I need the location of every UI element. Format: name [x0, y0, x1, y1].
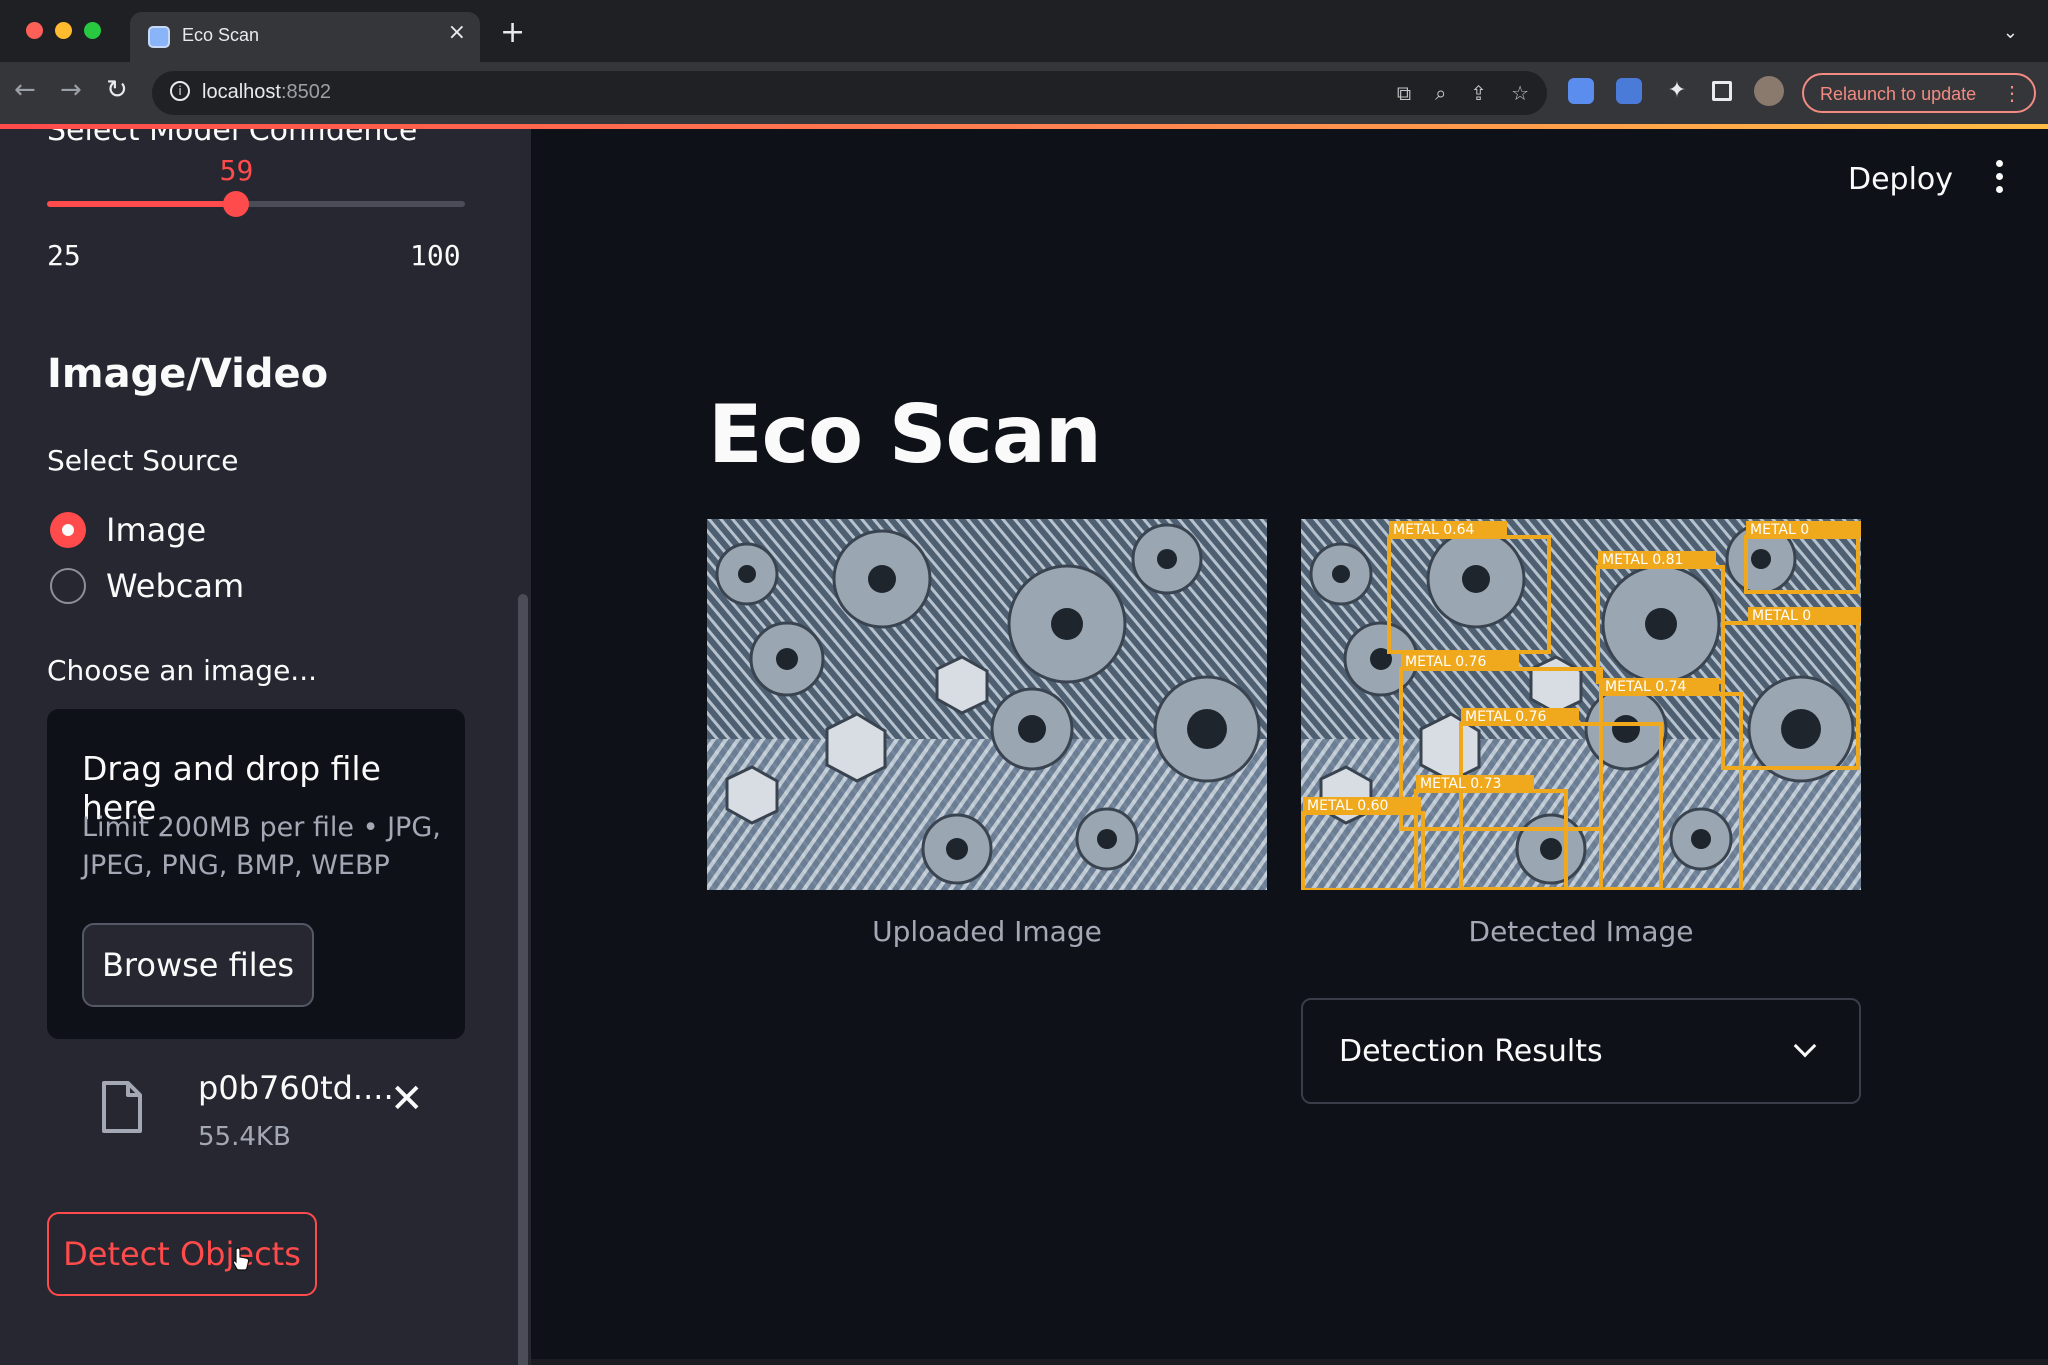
side-panel-icon[interactable] — [1712, 81, 1732, 101]
url-host: localhost — [202, 81, 281, 103]
select-source-label: Select Source — [47, 444, 239, 477]
share-icon[interactable]: ⇪ — [1470, 81, 1487, 105]
relaunch-label: Relaunch to update — [1820, 84, 1977, 104]
url-port: :8502 — [280, 81, 331, 103]
confidence-slider-fill — [47, 201, 237, 207]
window-maximize-button[interactable] — [84, 22, 101, 39]
detected-image-caption: Detected Image — [1468, 915, 1694, 948]
radio-button-selected[interactable] — [50, 512, 86, 548]
confidence-slider-min: 25 — [47, 239, 81, 272]
chrome-menu-icon[interactable]: ⋮ — [2002, 81, 2022, 106]
detected-hardware-photo: METAL 0.64 METAL 0.81 METAL 0 METAL 0 ME… — [1301, 519, 1861, 890]
browser-tab[interactable]: Eco Scan × — [130, 12, 480, 62]
extension-icons: ✦ — [1568, 76, 1784, 106]
detection-results-expander[interactable]: Detection Results — [1301, 998, 1861, 1104]
zoom-icon[interactable]: ⌕ — [1435, 81, 1446, 105]
detect-objects-button[interactable]: Detect Objects — [47, 1212, 317, 1296]
window-close-button[interactable] — [26, 22, 43, 39]
sidebar-scrollbar[interactable] — [518, 594, 528, 1365]
sidebar: Select Model Confidence 59 25 100 Image/… — [0, 129, 531, 1365]
omnibox-actions: ⧉ ⌕ ⇪ ☆ — [1397, 81, 1529, 105]
extension-translate-icon[interactable] — [1616, 78, 1642, 104]
hand-pointer-cursor-icon — [232, 1247, 250, 1271]
uploaded-image-caption: Uploaded Image — [872, 915, 1102, 948]
address-bar[interactable]: i localhost:8502 ⧉ ⌕ ⇪ ☆ — [152, 71, 1547, 115]
window-bottom-edge — [531, 1359, 2048, 1365]
confidence-slider-label: Select Model Confidence — [47, 129, 418, 148]
back-arrow-icon[interactable]: ← — [14, 77, 36, 103]
new-tab-button[interactable]: + — [500, 18, 525, 48]
detected-image: METAL 0.64 METAL 0.81 METAL 0 METAL 0 ME… — [1301, 519, 1861, 890]
file-dropzone[interactable]: Drag and drop file here Limit 200MB per … — [47, 709, 465, 1039]
tab-search-chevron-icon[interactable]: ⌄ — [2003, 22, 2018, 43]
radio-label-webcam: Webcam — [106, 567, 245, 605]
confidence-slider-thumb[interactable] — [223, 191, 250, 217]
detection-label: METAL 0.76 — [1465, 709, 1546, 725]
radio-button-unselected[interactable] — [50, 568, 86, 604]
translate-icon[interactable]: ⧉ — [1397, 81, 1411, 105]
relaunch-to-update-button[interactable]: Relaunch to update ⋮ — [1802, 73, 2036, 113]
detection-label: METAL 0.73 — [1420, 776, 1501, 792]
chevron-down-icon[interactable] — [1793, 1034, 1817, 1058]
confidence-slider-value: 59 — [219, 154, 254, 187]
main-menu-kebab-icon[interactable] — [1996, 160, 2004, 196]
browser-tab-bar: Eco Scan × + ⌄ — [0, 0, 2048, 62]
detection-label: METAL 0.76 — [1405, 654, 1486, 670]
radio-option-image[interactable]: Image — [50, 511, 206, 549]
uploaded-image — [707, 519, 1267, 890]
profile-avatar[interactable] — [1754, 76, 1784, 106]
tab-close-button[interactable]: × — [448, 22, 466, 44]
radio-option-webcam[interactable]: Webcam — [50, 567, 244, 605]
confidence-slider-max: 100 — [410, 239, 461, 272]
detection-label: METAL 0.64 — [1393, 522, 1474, 538]
app-favicon-icon — [148, 26, 170, 48]
deploy-button[interactable]: Deploy — [1848, 162, 1953, 197]
hardware-photo — [707, 519, 1267, 890]
reload-icon[interactable]: ↻ — [106, 77, 128, 103]
tab-title: Eco Scan — [182, 25, 260, 45]
uploader-label: Choose an image... — [47, 654, 317, 687]
site-info-icon[interactable]: i — [170, 81, 190, 101]
uploaded-file-size: 55.4KB — [198, 1122, 291, 1152]
forward-arrow-icon[interactable]: → — [60, 77, 82, 103]
section-title: Image/Video — [47, 351, 329, 397]
url-text: localhost:8502 — [202, 81, 331, 104]
browse-files-button[interactable]: Browse files — [82, 923, 314, 1007]
detection-label: METAL 0 — [1752, 608, 1811, 624]
detection-label: METAL 0.74 — [1605, 679, 1686, 695]
detection-results-label: Detection Results — [1339, 1034, 1603, 1069]
detection-label: METAL 0.60 — [1307, 798, 1388, 814]
confidence-slider[interactable] — [47, 191, 465, 217]
bookmark-star-icon[interactable]: ☆ — [1511, 81, 1529, 105]
uploaded-file-name: p0b760td.... — [198, 1069, 394, 1107]
dropzone-limit-text: Limit 200MB per file • JPG, JPEG, PNG, B… — [82, 812, 441, 881]
radio-label-image: Image — [106, 511, 207, 549]
extensions-puzzle-icon[interactable]: ✦ — [1664, 78, 1690, 104]
window-minimize-button[interactable] — [55, 22, 72, 39]
detection-label: METAL 0 — [1750, 522, 1809, 538]
page-title: Eco Scan — [708, 388, 1102, 481]
detection-label: METAL 0.81 — [1602, 552, 1683, 568]
file-icon — [102, 1081, 142, 1133]
extension-cloud-icon[interactable] — [1568, 78, 1594, 104]
remove-file-close-icon[interactable]: ✕ — [390, 1079, 424, 1119]
